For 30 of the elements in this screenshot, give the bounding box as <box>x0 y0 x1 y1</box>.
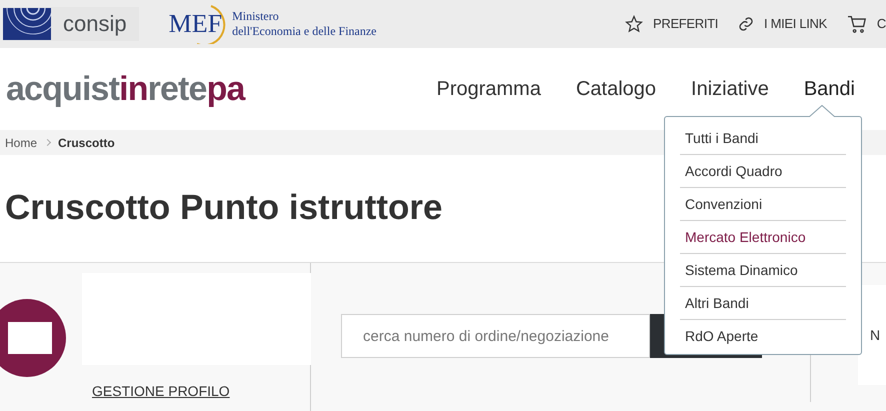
ministry-name-line: dell'Economia e delle Finanze <box>232 24 377 39</box>
menu-item[interactable]: Sistema Dinamico <box>680 254 846 287</box>
nav-link[interactable]: Bandi <box>804 74 855 104</box>
menu-item[interactable]: Mercato Elettronico <box>680 221 846 254</box>
profile-link[interactable]: GESTIONE PROFILO <box>92 381 230 402</box>
nav-link[interactable]: Iniziative <box>691 74 769 104</box>
card-text: N <box>870 326 880 344</box>
menu-item[interactable]: Convenzioni <box>680 188 846 221</box>
link-icon <box>738 16 754 32</box>
top-link[interactable]: I MIEI LINK <box>738 14 827 34</box>
search-field[interactable]: cerca numero di ordine/negoziazione <box>341 314 650 358</box>
breadcrumb-item[interactable]: Cruscotto <box>58 134 115 152</box>
acquistinretepa-logo[interactable]: acquistinretepa <box>6 72 245 106</box>
nav-link[interactable]: Programma <box>436 74 541 104</box>
top-link[interactable]: C <box>846 14 886 34</box>
menu-item[interactable]: Accordi Quadro <box>680 155 846 188</box>
star-icon <box>625 15 644 33</box>
menu-item[interactable]: Altri Bandi <box>680 287 846 320</box>
page-title: Cruscotto Punto istruttore <box>5 187 442 230</box>
top-link[interactable]: PREFERITI <box>625 14 718 34</box>
menu-item[interactable]: RdO Aperte <box>680 320 846 353</box>
consip-wordmark: consip <box>63 13 127 35</box>
menu-item[interactable]: Tutti i Bandi <box>680 122 846 155</box>
cart-icon <box>846 15 867 33</box>
consip-logo[interactable]: consip <box>3 7 139 41</box>
ministry-name-line: Ministero <box>232 9 280 24</box>
consip-icon <box>3 8 51 40</box>
mef-logo[interactable]: MEF <box>166 4 224 44</box>
nav-link[interactable]: Catalogo <box>576 74 656 104</box>
breadcrumb-item[interactable]: Home <box>5 134 38 152</box>
